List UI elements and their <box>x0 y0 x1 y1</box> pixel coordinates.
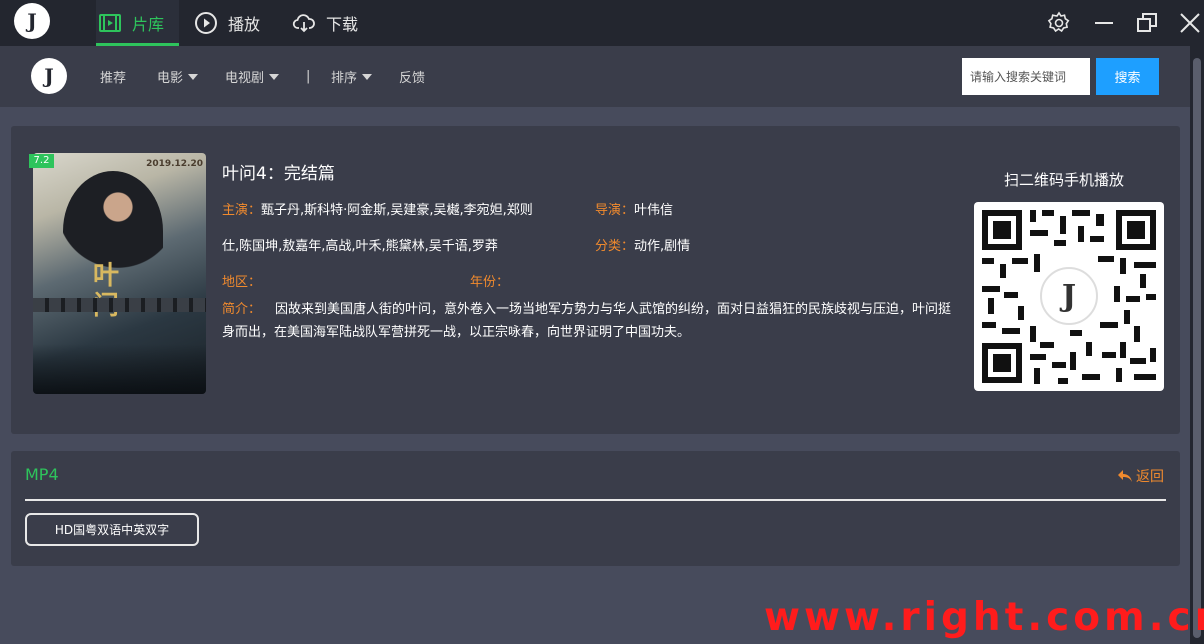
play-circle-icon <box>195 12 217 34</box>
tab-download-label: 下载 <box>326 15 359 34</box>
svg-text:J: J <box>1059 279 1076 314</box>
caret-down-icon <box>269 73 280 80</box>
restore-icon <box>1137 13 1157 32</box>
divider <box>25 499 1166 501</box>
library-icon <box>99 14 121 32</box>
year-line: 年份： <box>470 271 509 290</box>
tab-play-label: 播放 <box>228 15 261 34</box>
settings-button[interactable] <box>1045 9 1073 37</box>
synopsis-text: 因故来到美国唐人街的叶问，意外卷入一场当地军方势力与华人武馆的纠纷，面对日益猖狂… <box>222 302 952 340</box>
cloud-download-icon <box>292 14 315 33</box>
poster-footer <box>33 344 206 394</box>
episode-button[interactable]: HD国粤双语中英双字 <box>25 513 199 546</box>
nav-item-label: 电影 <box>157 71 184 86</box>
region-label: 地区： <box>222 275 262 290</box>
director-line: 导演：叶伟信 <box>595 199 673 218</box>
scrollbar-thumb[interactable] <box>1193 58 1201 638</box>
nav-item-label: 推荐 <box>100 71 127 86</box>
source-card: MP4 返回 HD国粤双语中英双字 <box>11 451 1180 566</box>
restore-button[interactable] <box>1133 9 1161 37</box>
caret-down-icon <box>188 73 199 80</box>
app-logo-text: J <box>27 9 37 33</box>
synopsis-label: 简介： <box>222 302 262 317</box>
close-icon <box>1180 13 1200 33</box>
minimize-icon <box>1095 22 1113 24</box>
back-button[interactable]: 返回 <box>1117 466 1164 486</box>
app-logo: J <box>14 3 50 39</box>
movie-detail-card: 2019.12.20 叶问 7.2 叶问4：完结篇 主演：甄子丹,斯科特·阿金斯… <box>11 126 1180 434</box>
cast-value: 甄子丹,斯科特·阿金斯,吴建豪,吴樾,李宛妲,郑则 <box>261 203 533 218</box>
nav-separator-text: | <box>306 69 311 84</box>
region-line: 地区： <box>222 271 261 290</box>
close-button[interactable] <box>1176 9 1204 37</box>
year-label: 年份： <box>470 275 510 290</box>
genre-label: 分类： <box>595 239 635 254</box>
search-button[interactable]: 搜索 <box>1096 58 1159 95</box>
cast-value-continued: 仕,陈国坤,敖嘉年,高战,叶禾,熊黛林,吴千语,罗莽 <box>222 239 498 254</box>
watermark-text: www.right.com.cn <box>764 595 1204 640</box>
poster-date: 2019.12.20 <box>146 159 203 169</box>
poster-cast-strip <box>33 298 206 312</box>
tab-play[interactable]: 播放 <box>194 0 260 46</box>
nav-item-movies[interactable]: 电影 <box>157 46 199 107</box>
nav-separator: | <box>306 46 310 107</box>
rating-badge: 7.2 <box>29 154 54 168</box>
scrollbar[interactable] <box>1190 46 1204 644</box>
minimize-button[interactable] <box>1090 9 1118 37</box>
director-value: 叶伟信 <box>634 203 674 218</box>
nav-item-label: 电视剧 <box>225 71 265 86</box>
nav-item-label: 反馈 <box>399 71 426 86</box>
nav-bar: J 推荐 电影 电视剧 | 排序 反馈 搜索 <box>0 46 1190 107</box>
search-input[interactable] <box>962 58 1090 95</box>
poster-title: 叶问 <box>93 261 120 321</box>
nav-logo[interactable]: J <box>31 58 67 94</box>
cast-line-1: 主演：甄子丹,斯科特·阿金斯,吴建豪,吴樾,李宛妲,郑则 <box>222 199 533 218</box>
nav-logo-text: J <box>44 64 54 88</box>
episode-label: HD国粤双语中英双字 <box>54 523 170 537</box>
nav-item-feedback[interactable]: 反馈 <box>399 46 425 107</box>
tab-library[interactable]: 片库 <box>96 0 179 46</box>
nav-item-sort[interactable]: 排序 <box>331 46 373 107</box>
qr-code-icon: J <box>982 210 1156 384</box>
caret-down-icon <box>362 73 373 80</box>
back-arrow-icon <box>1118 470 1132 482</box>
tab-download[interactable]: 下载 <box>292 0 358 46</box>
nav-item-tv[interactable]: 电视剧 <box>225 46 280 107</box>
tab-library-label: 片库 <box>132 15 165 34</box>
genre-line: 分类：动作,剧情 <box>595 235 690 254</box>
movie-poster[interactable]: 2019.12.20 叶问 <box>33 153 206 394</box>
source-title: MP4 <box>25 465 59 484</box>
search-button-label: 搜索 <box>1114 71 1141 86</box>
movie-title: 叶问4：完结篇 <box>222 164 335 184</box>
genre-value: 动作,剧情 <box>634 239 691 254</box>
nav-item-recommend[interactable]: 推荐 <box>100 46 126 107</box>
cast-label: 主演： <box>222 203 262 218</box>
director-label: 导演： <box>595 203 635 218</box>
cast-line-2: 仕,陈国坤,敖嘉年,高战,叶禾,熊黛林,吴千语,罗莽 <box>222 235 498 254</box>
qr-code: J <box>974 202 1164 391</box>
nav-item-label: 排序 <box>331 71 358 86</box>
settings-icon <box>1047 11 1070 33</box>
synopsis: 简介： 因故来到美国唐人街的叶问，意外卷入一场当地军方势力与华人武馆的纠纷，面对日… <box>222 298 962 344</box>
title-bar: J 片库 播放 下载 <box>0 0 1204 46</box>
back-label: 返回 <box>1136 469 1164 485</box>
qr-code-title: 扫二维码手机播放 <box>1004 171 1125 189</box>
